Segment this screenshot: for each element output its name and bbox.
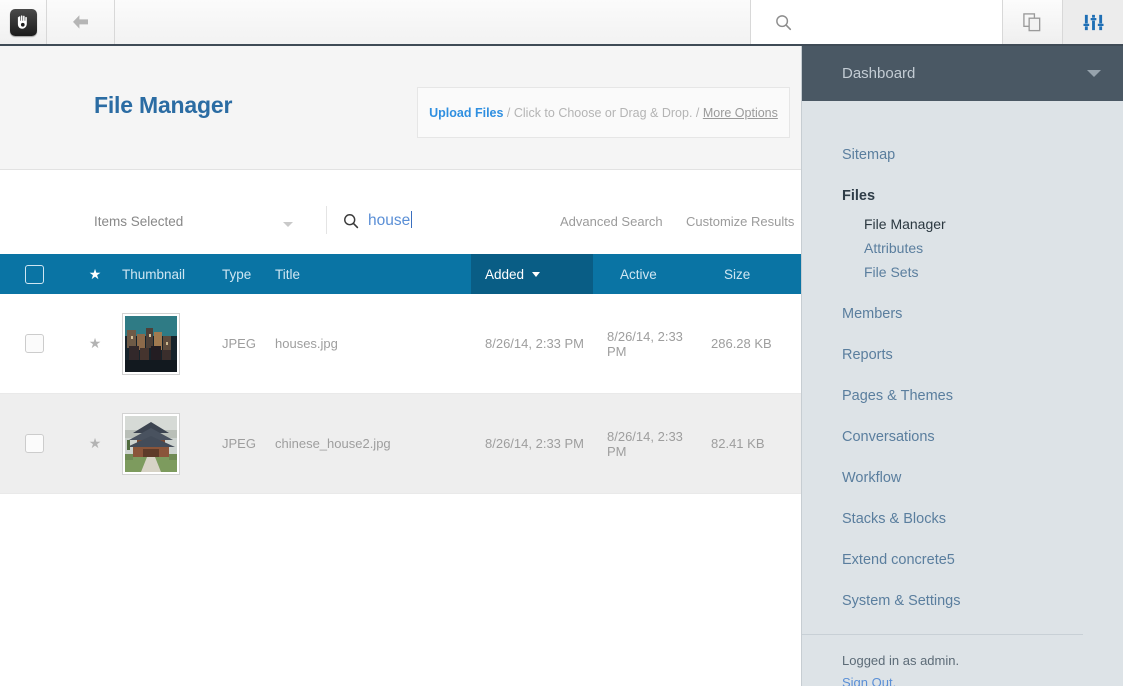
page-title: File Manager	[94, 92, 233, 118]
sidebar-item-file-manager[interactable]: File Manager	[842, 216, 1123, 232]
sidebar-item-sitemap[interactable]: Sitemap	[842, 147, 1123, 163]
upload-separator-2: /	[692, 105, 703, 120]
row-type: JPEG	[222, 436, 256, 451]
page-header: File Manager Upload Files / Click to Cho…	[0, 46, 805, 170]
row-type: JPEG	[222, 336, 256, 351]
sidebar-item-attributes[interactable]: Attributes	[842, 240, 1123, 256]
table-row[interactable]: ★	[0, 394, 805, 494]
row-active: 8/26/14, 2:33 PM	[607, 328, 683, 359]
column-header-added-label: Added	[485, 266, 525, 282]
sidebar-item-workflow[interactable]: Workflow	[842, 470, 1123, 486]
upload-hint: Click to Choose or Drag & Drop.	[513, 105, 693, 120]
search-icon	[776, 14, 792, 30]
pages-copy-button[interactable]	[1003, 0, 1063, 44]
sidebar-nav: Sitemap Files File Manager Attributes Fi…	[802, 101, 1123, 609]
row-title[interactable]: chinese_house2.jpg	[275, 436, 471, 451]
upload-dropzone[interactable]: Upload Files / Click to Choose or Drag &…	[417, 87, 790, 138]
files-table: ★ Thumbnail Type Title Added Active Size…	[0, 254, 805, 494]
column-header-title[interactable]: Title	[275, 254, 471, 294]
file-search[interactable]: house	[343, 211, 413, 230]
row-active: 8/26/14, 2:33 PM	[607, 428, 683, 459]
toolbar-spacer	[115, 0, 751, 44]
row-title[interactable]: houses.jpg	[275, 336, 471, 351]
sidebar-item-file-sets[interactable]: File Sets	[842, 264, 1123, 280]
table-header-row: ★ Thumbnail Type Title Added Active Size	[0, 254, 805, 294]
sidebar-item-conversations[interactable]: Conversations	[842, 429, 1123, 445]
houses-cliffside-thumbnail	[122, 312, 180, 375]
sidebar-item-files[interactable]: Files	[842, 188, 1123, 204]
column-header-active[interactable]: Active	[593, 254, 697, 294]
row-select-checkbox[interactable]	[0, 434, 68, 453]
more-options-link[interactable]: More Options	[703, 106, 778, 120]
upload-files-link[interactable]: Upload Files	[429, 106, 503, 120]
sidebar-item-extend-concrete5[interactable]: Extend concrete5	[842, 552, 1123, 568]
row-star-icon[interactable]: ★	[68, 335, 122, 352]
arrow-left-icon	[72, 15, 88, 29]
column-header-size[interactable]: Size	[697, 254, 805, 294]
row-size: 82.41 KB	[711, 436, 765, 451]
items-selected-dropdown[interactable]: Items Selected	[94, 214, 183, 229]
column-header-type[interactable]: Type	[222, 254, 275, 294]
dashboard-sidebar: Dashboard Sitemap Files File Manager Att…	[801, 46, 1123, 686]
sidebar-header[interactable]: Dashboard	[802, 46, 1123, 101]
settings-sliders-button[interactable]	[1063, 0, 1123, 44]
back-button[interactable]	[47, 0, 115, 44]
filter-bar: Items Selected house Advanced Search Cus…	[0, 170, 805, 254]
app-root: File Manager Upload Files / Click to Cho…	[0, 0, 1123, 686]
sort-descending-icon	[532, 271, 541, 277]
sidebar-footer: Logged in as admin. Sign Out.	[802, 635, 1123, 686]
sidebar-item-stacks-blocks[interactable]: Stacks & Blocks	[842, 511, 1123, 527]
row-select-checkbox[interactable]	[0, 334, 68, 353]
sidebar-item-pages-themes[interactable]: Pages & Themes	[842, 388, 1123, 404]
top-toolbar	[0, 0, 1123, 46]
column-header-star[interactable]: ★	[68, 254, 122, 294]
row-thumbnail[interactable]	[122, 312, 222, 375]
sidebar-title: Dashboard	[842, 65, 916, 82]
sidebar-item-members[interactable]: Members	[842, 306, 1123, 322]
chevron-down-icon[interactable]	[283, 222, 293, 227]
copy-pages-icon	[1023, 12, 1041, 31]
sidebar-item-reports[interactable]: Reports	[842, 347, 1123, 363]
row-size: 286.28 KB	[711, 336, 772, 351]
chevron-down-icon[interactable]	[1087, 70, 1101, 77]
column-header-added[interactable]: Added	[471, 254, 593, 294]
search-input[interactable]: house	[368, 212, 410, 229]
checkbox-box	[24, 264, 44, 284]
sidebar-item-system-settings[interactable]: System & Settings	[842, 593, 1123, 609]
upload-separator-1: /	[503, 105, 514, 120]
main-content: File Manager Upload Files / Click to Cho…	[0, 46, 805, 686]
row-star-icon[interactable]: ★	[68, 435, 122, 452]
global-search[interactable]	[751, 0, 1003, 44]
concrete5-hand-icon	[9, 8, 37, 36]
select-all-checkbox[interactable]	[0, 254, 68, 294]
column-header-thumbnail[interactable]: Thumbnail	[122, 254, 222, 294]
sliders-settings-icon	[1082, 14, 1104, 30]
advanced-search-link[interactable]: Advanced Search	[560, 214, 663, 229]
search-icon	[344, 213, 359, 228]
text-cursor	[411, 211, 413, 228]
customize-results-link[interactable]: Customize Results	[686, 214, 794, 229]
filter-divider	[326, 206, 327, 234]
checkbox-box	[24, 334, 44, 353]
concrete5-logo-button[interactable]	[0, 0, 47, 44]
sign-out-link[interactable]: Sign Out.	[842, 675, 1123, 686]
checkbox-box	[24, 434, 44, 453]
row-added: 8/26/14, 2:33 PM	[485, 436, 585, 451]
chinese-temple-thumbnail	[122, 412, 180, 475]
row-thumbnail[interactable]	[122, 412, 222, 475]
table-row[interactable]: ★	[0, 294, 805, 394]
row-added: 8/26/14, 2:33 PM	[485, 336, 585, 351]
logged-in-status: Logged in as admin.	[842, 653, 960, 668]
